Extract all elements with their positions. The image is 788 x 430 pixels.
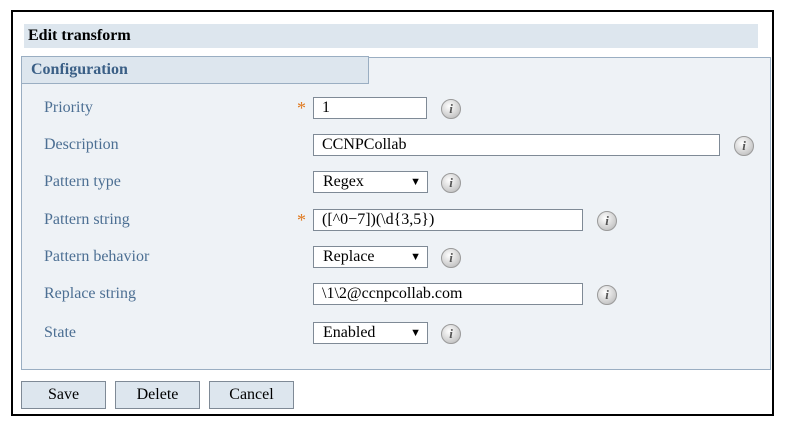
description-row: Description CCNPCollab i [22, 130, 782, 160]
info-icon[interactable]: i [734, 136, 754, 156]
configuration-panel: Priority * 1 i Description CCNPCollab i … [21, 57, 771, 370]
info-icon[interactable]: i [597, 285, 617, 305]
description-input[interactable]: CCNPCollab [313, 134, 720, 156]
pattern-string-input[interactable]: ([^0−7])(\d{3,5}) [313, 209, 583, 231]
pattern-behavior-label: Pattern behavior [44, 248, 150, 265]
pattern-string-label: Pattern string [44, 211, 130, 228]
state-select[interactable]: Enabled ▼ [313, 322, 428, 344]
replace-string-row: Replace string \1\2@ccnpcollab.com i [22, 279, 782, 309]
pattern-behavior-value: Replace [323, 248, 375, 265]
replace-string-input[interactable]: \1\2@ccnpcollab.com [313, 283, 583, 305]
pattern-string-row: Pattern string * ([^0−7])(\d{3,5}) i [22, 205, 782, 235]
info-icon[interactable]: i [597, 211, 617, 231]
chevron-down-icon: ▼ [410, 251, 421, 263]
pattern-type-select[interactable]: Regex ▼ [313, 171, 428, 193]
pattern-type-value: Regex [323, 173, 364, 190]
state-value: Enabled [323, 324, 376, 341]
info-icon[interactable]: i [441, 99, 461, 119]
pattern-type-label: Pattern type [44, 173, 121, 190]
edit-transform-dialog: Edit transform Priority * 1 i Descriptio… [11, 10, 774, 416]
delete-button[interactable]: Delete [115, 381, 200, 409]
info-icon[interactable]: i [441, 324, 461, 344]
required-asterisk: * [297, 98, 306, 118]
info-icon[interactable]: i [441, 173, 461, 193]
chevron-down-icon: ▼ [410, 327, 421, 339]
info-icon[interactable]: i [441, 248, 461, 268]
configuration-legend: Configuration [21, 56, 369, 84]
pattern-behavior-row: Pattern behavior Replace ▼ i [22, 242, 782, 272]
cancel-button[interactable]: Cancel [209, 381, 294, 409]
priority-row: Priority * 1 i [22, 93, 782, 123]
save-button[interactable]: Save [21, 381, 106, 409]
state-label: State [44, 324, 76, 341]
priority-input[interactable]: 1 [313, 97, 427, 119]
pattern-behavior-select[interactable]: Replace ▼ [313, 246, 428, 268]
description-label: Description [44, 136, 119, 153]
replace-string-label: Replace string [44, 285, 136, 302]
required-asterisk: * [297, 210, 306, 230]
state-row: State Enabled ▼ i [22, 318, 782, 348]
priority-label: Priority [44, 99, 93, 116]
page-title: Edit transform [24, 24, 758, 48]
pattern-type-row: Pattern type Regex ▼ i [22, 167, 782, 197]
chevron-down-icon: ▼ [410, 176, 421, 188]
